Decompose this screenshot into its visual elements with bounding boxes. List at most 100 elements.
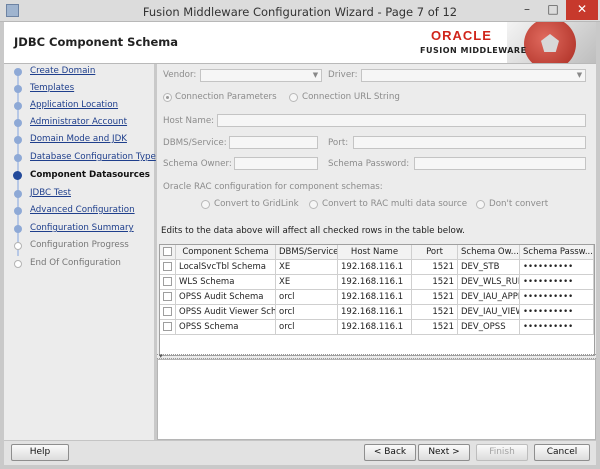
rac-gridlink-label: Convert to GridLink (214, 199, 299, 209)
nav-step-5[interactable]: Database Configuration Type (4, 150, 156, 166)
schema-password-label: Schema Password: (328, 159, 410, 169)
table-cell[interactable]: DEV_STB (458, 260, 520, 275)
table-cell[interactable]: orcl (276, 320, 338, 335)
table-cell[interactable]: orcl (276, 290, 338, 305)
select-all-checkbox[interactable] (163, 247, 172, 256)
table-cell[interactable]: •••••••••• (520, 290, 594, 305)
port-label: Port: (328, 138, 349, 148)
table-cell[interactable]: 192.168.116.1 (338, 260, 412, 275)
schema-owner-input[interactable] (234, 157, 318, 170)
table-cell[interactable]: DEV_IAU_APPE (458, 290, 520, 305)
row-checkbox[interactable] (163, 307, 172, 316)
nav-step-4[interactable]: Domain Mode and JDK (4, 132, 154, 148)
port-input[interactable] (353, 136, 586, 149)
table-cell[interactable]: 192.168.116.1 (338, 305, 412, 320)
lower-pane (157, 359, 596, 440)
table-cell[interactable]: 1521 (412, 320, 458, 335)
nav-step-label: JDBC Test (30, 188, 71, 198)
nav-step-label: Domain Mode and JDK (30, 134, 127, 144)
step-done-icon (14, 119, 22, 127)
window-title: Fusion Middleware Configuration Wizard -… (142, 5, 458, 19)
close-icon[interactable]: ✕ (566, 0, 598, 20)
column-header[interactable]: Schema Ow... (458, 245, 520, 260)
host-name-input[interactable] (217, 114, 586, 127)
table-cell[interactable]: OPSS Audit Viewer Sch (176, 305, 276, 320)
table-cell[interactable]: •••••••••• (520, 275, 594, 290)
table-cell[interactable]: orcl (276, 305, 338, 320)
table-cell[interactable]: WLS Schema (176, 275, 276, 290)
nav-step-3[interactable]: Administrator Account (4, 115, 154, 131)
table-cell[interactable]: 1521 (412, 260, 458, 275)
cancel-button[interactable]: Cancel (534, 444, 590, 461)
table-cell[interactable]: 192.168.116.1 (338, 320, 412, 335)
table-cell[interactable]: DEV_IAU_VIEW (458, 305, 520, 320)
step-pending-icon (14, 260, 22, 268)
row-checkbox[interactable] (163, 292, 172, 301)
step-done-icon (14, 190, 22, 198)
table-cell[interactable]: •••••••••• (520, 305, 594, 320)
back-button[interactable]: < Back (364, 444, 416, 461)
nav-step-7[interactable]: JDBC Test (4, 186, 154, 202)
finish-button[interactable]: Finish (476, 444, 528, 461)
rac-multi-radio[interactable] (309, 200, 318, 209)
nav-step-6[interactable]: Component Datasources (4, 168, 154, 184)
step-done-icon (14, 225, 22, 233)
dbms-service-label: DBMS/Service: (163, 138, 227, 148)
nav-step-0[interactable]: Create Domain (4, 64, 154, 80)
table-cell[interactable]: 192.168.116.1 (338, 275, 412, 290)
connection-url-label: Connection URL String (302, 92, 400, 102)
column-header[interactable]: Schema Passw... (520, 245, 594, 260)
step-done-icon (14, 85, 22, 93)
nav-step-label: Templates (30, 83, 75, 93)
table-cell[interactable]: XE (276, 260, 338, 275)
table-cell[interactable]: 1521 (412, 275, 458, 290)
nav-step-label: Database Configuration Type (30, 152, 156, 162)
table-cell[interactable]: DEV_OPSS (458, 320, 520, 335)
driver-select[interactable]: ▼ (361, 69, 586, 82)
table-cell[interactable]: 1521 (412, 290, 458, 305)
table-cell[interactable]: OPSS Schema (176, 320, 276, 335)
wizard-steps-nav: Create Domain Templates Application Locati… (4, 64, 156, 440)
table-cell[interactable]: OPSS Audit Schema (176, 290, 276, 305)
edits-note: Edits to the data above will affect all … (161, 226, 465, 236)
row-checkbox[interactable] (163, 277, 172, 286)
column-header[interactable]: Component Schema (176, 245, 276, 260)
row-checkbox[interactable] (163, 262, 172, 271)
maximize-icon[interactable]: □ (540, 0, 566, 20)
rac-dont-radio[interactable] (476, 200, 485, 209)
connection-parameters-radio[interactable] (163, 93, 172, 102)
connection-url-radio[interactable] (289, 93, 298, 102)
dbms-service-input[interactable] (229, 136, 318, 149)
column-header[interactable]: Host Name (338, 245, 412, 260)
table-cell[interactable]: XE (276, 275, 338, 290)
nav-step-1[interactable]: Templates (4, 81, 154, 97)
table-cell[interactable]: •••••••••• (520, 260, 594, 275)
minimize-icon[interactable]: – (514, 0, 540, 20)
step-done-icon (14, 136, 22, 144)
table-cell[interactable]: DEV_WLS_RUN (458, 275, 520, 290)
column-header[interactable]: Port (412, 245, 458, 260)
rac-gridlink-radio[interactable] (201, 200, 210, 209)
table-cell[interactable]: 1521 (412, 305, 458, 320)
chevron-down-icon: ▼ (312, 71, 319, 79)
row-checkbox-cell (160, 260, 176, 275)
select-all-cell (160, 245, 176, 260)
step-pending-icon (14, 242, 22, 250)
column-header[interactable]: DBMS/Service (276, 245, 338, 260)
schema-password-input[interactable] (414, 157, 586, 170)
table-cell[interactable]: LocalSvcTbl Schema (176, 260, 276, 275)
connection-parameters-label: Connection Parameters (175, 92, 277, 102)
vendor-select[interactable]: ▼ (200, 69, 322, 82)
nav-step-11: End Of Configuration (4, 256, 154, 272)
nav-step-8[interactable]: Advanced Configuration (4, 203, 154, 219)
nav-step-2[interactable]: Application Location (4, 98, 154, 114)
row-checkbox[interactable] (163, 322, 172, 331)
nav-step-9[interactable]: Configuration Summary (4, 221, 154, 237)
table-cell[interactable]: •••••••••• (520, 320, 594, 335)
step-done-icon (14, 207, 22, 215)
rac-config-label: Oracle RAC configuration for component s… (163, 182, 383, 192)
help-button[interactable]: Help (11, 444, 69, 461)
nav-step-label: Configuration Summary (30, 223, 134, 233)
next-button[interactable]: Next > (418, 444, 470, 461)
table-cell[interactable]: 192.168.116.1 (338, 290, 412, 305)
